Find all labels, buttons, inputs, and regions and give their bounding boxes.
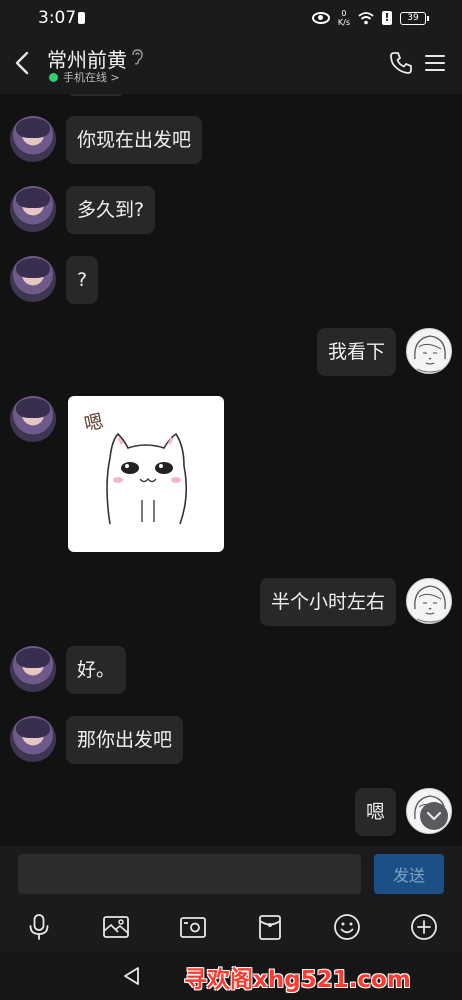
online-dot-icon (49, 72, 58, 82)
red-packet-icon[interactable] (255, 912, 285, 942)
message-input[interactable] (18, 854, 361, 894)
net-speed-unit: K/s (337, 18, 350, 27)
message-list[interactable]: 你现在出发吧 多久到? ? 我看下 嗯 半个小时左右 好。 那你出发吧 嗯 (0, 94, 462, 846)
message-bubble[interactable]: 嗯 (354, 788, 396, 836)
microphone-icon[interactable] (24, 912, 54, 942)
ear-icon (132, 49, 143, 65)
composer: 发送 (0, 846, 462, 902)
back-arrow-icon[interactable] (8, 48, 38, 78)
sticker-image[interactable]: 嗯 (68, 396, 224, 552)
system-nav-bar: 寻欢阁xhg521.com (0, 952, 462, 1000)
status-time: 3:07 (38, 8, 77, 28)
battery-icon: 39 (400, 11, 429, 25)
eye-icon (311, 12, 330, 24)
watermark: 寻欢阁xhg521.com (184, 967, 411, 993)
cat-sticker-icon (106, 432, 188, 525)
message-bubble[interactable]: 那你出发吧 (66, 716, 184, 764)
my-avatar[interactable] (406, 328, 452, 374)
presence-status[interactable]: 手机在线 > (49, 69, 120, 85)
alert-icon: ! (382, 11, 392, 25)
chat-header: 常州前黄 手机在线 > (0, 36, 462, 94)
contact-avatar[interactable] (10, 256, 56, 302)
contact-avatar[interactable] (10, 116, 56, 162)
scroll-to-bottom-button[interactable] (420, 802, 448, 830)
message-bubble[interactable]: 我看下 (316, 328, 396, 376)
contact-avatar[interactable] (10, 396, 56, 442)
emoji-icon[interactable] (332, 912, 362, 942)
message-bubble[interactable]: ? (66, 256, 99, 304)
image-icon[interactable] (101, 912, 131, 942)
contact-avatar[interactable] (10, 186, 56, 232)
send-button[interactable]: 发送 (374, 854, 444, 894)
message-bubble[interactable]: 多久到? (66, 186, 156, 234)
contact-avatar[interactable] (10, 646, 56, 692)
phone-icon[interactable] (388, 50, 414, 76)
sketch-portrait-icon (414, 335, 446, 373)
chevron-down-icon (426, 811, 442, 821)
status-bar: 3:07 0 K/s ! 39 (0, 0, 462, 36)
sketch-portrait-icon (414, 585, 446, 623)
contact-avatar[interactable] (10, 716, 56, 762)
nav-back-icon[interactable] (120, 964, 144, 988)
presence-label: 手机在线 > (63, 71, 120, 84)
plus-icon[interactable] (409, 912, 439, 942)
net-speed: 0 K/s (338, 9, 350, 27)
status-icons: 0 K/s ! 39 (311, 8, 429, 28)
menu-icon[interactable] (424, 52, 446, 74)
notification-icon (78, 12, 85, 24)
net-speed-value: 0 (341, 9, 347, 18)
message-bubble[interactable]: 好。 (66, 646, 127, 694)
partial-message-bubble (66, 94, 126, 96)
camera-icon[interactable] (178, 912, 208, 942)
message-bubble[interactable]: 半个小时左右 (259, 578, 396, 626)
wifi-icon (358, 12, 374, 25)
my-avatar[interactable] (406, 578, 452, 624)
message-bubble[interactable]: 你现在出发吧 (66, 116, 203, 164)
composer-toolbar (0, 902, 462, 952)
